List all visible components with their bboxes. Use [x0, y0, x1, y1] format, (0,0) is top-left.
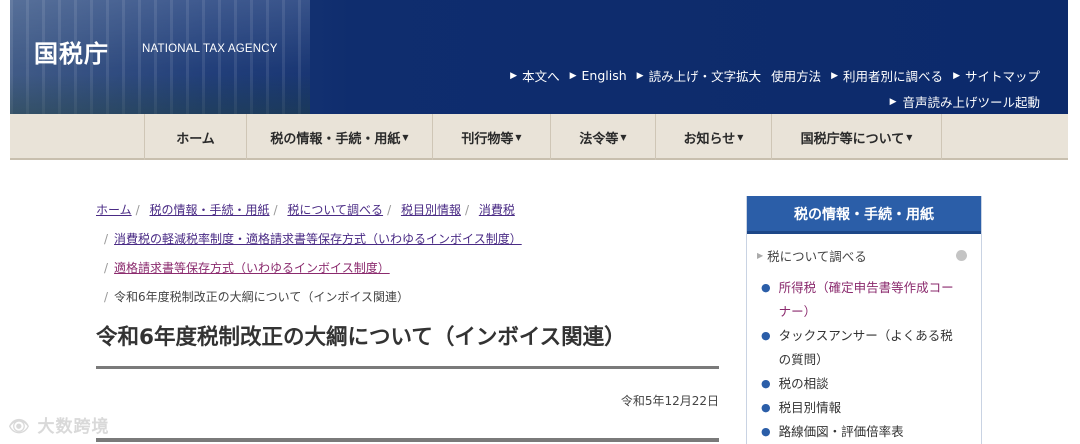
utility-link-label: 本文へ — [522, 69, 560, 84]
breadcrumb-tax-info[interactable]: 税の情報・手続・用紙 — [150, 203, 270, 217]
utility-link-english[interactable]: ▶ English — [570, 68, 627, 83]
bullet-icon: ● — [761, 281, 771, 294]
triangle-right-icon: ▶ — [831, 70, 839, 81]
watermark: 👁︎ 大数跨境 — [8, 412, 110, 437]
content-divider — [96, 438, 719, 442]
site-header: 国税庁 NATIONAL TAX AGENCY ▶ 本文へ ▶ English ▶ 読… — [10, 0, 1068, 114]
nav-label: 国税庁等について — [800, 131, 905, 147]
triangle-right-icon: ▶ — [510, 70, 518, 81]
breadcrumb-consumption-tax[interactable]: 消費税 — [479, 203, 515, 217]
utility-link-howto[interactable]: 使用方法 — [771, 66, 821, 85]
bullet-icon: ● — [761, 401, 771, 414]
breadcrumb-research[interactable]: 税について調べる — [287, 203, 383, 217]
nav-laws[interactable]: 法令等 ▼ — [550, 114, 655, 160]
voice-tool-label: 音声読み上げツール起動 — [902, 95, 1040, 110]
triangle-right-icon: ▶ — [569, 70, 577, 81]
caret-down-icon: ▼ — [515, 132, 522, 142]
triangle-right-icon: ▶ — [889, 96, 897, 107]
site-logo[interactable]: 国税庁 — [34, 34, 109, 69]
title-divider — [96, 366, 719, 369]
nav-label: ホーム — [176, 131, 215, 147]
triangle-right-icon: ▶ — [636, 70, 644, 81]
utility-link-label: 使用方法 — [771, 69, 822, 84]
bullet-icon: ● — [761, 425, 771, 438]
caret-down-icon: ▼ — [906, 132, 913, 142]
breadcrumb-separator: / — [135, 203, 140, 217]
voice-tool-link[interactable]: ▶ 音声読み上げツール起動 — [890, 92, 1040, 111]
sidebar-item-label: 税目別情報 — [778, 400, 842, 415]
nav-label: 法令等 — [579, 131, 619, 147]
breadcrumb-invoice[interactable]: 適格請求書等保存方式（いわゆるインボイス制度） — [114, 261, 390, 275]
breadcrumb-separator: / — [387, 203, 392, 217]
sidebar-section-label: 税について調べる — [767, 248, 867, 264]
caret-down-icon: ▼ — [737, 132, 744, 142]
nav-label: 刊行物等 — [461, 131, 514, 147]
page-title: 令和6年度税制改正の大綱について（インボイス関連） — [96, 325, 626, 350]
nav-tax-info[interactable]: 税の情報・手続・用紙 ▼ — [246, 114, 432, 160]
utility-link-readaloud[interactable]: ▶ 読み上げ・文字拡大 — [637, 66, 761, 85]
triangle-right-icon: ▶ — [757, 250, 764, 260]
collapse-toggle-icon[interactable] — [956, 249, 967, 261]
utility-link-label: 読み上げ・文字拡大 — [648, 69, 762, 84]
utility-link-sitemap[interactable]: ▶ サイトマップ — [953, 66, 1040, 85]
breadcrumb-separator: / — [464, 203, 469, 217]
caret-down-icon: ▼ — [620, 132, 627, 142]
main-nav: ホーム 税の情報・手続・用紙 ▼ 刊行物等 ▼ 法令等 ▼ お知らせ ▼ 国税庁等につい… — [10, 114, 1068, 160]
nav-publications[interactable]: 刊行物等 ▼ — [432, 114, 550, 160]
sidebar-item-tax-answer[interactable]: ● タックスアンサー（よくある税の質問） — [761, 324, 961, 372]
sidebar-item-route-price[interactable]: ● 路線価図・評価倍率表 — [761, 420, 961, 444]
utility-link-label: English — [581, 68, 627, 83]
utility-link-skip[interactable]: ▶ 本文へ — [510, 66, 559, 85]
bullet-icon: ● — [761, 329, 771, 342]
sidebar-item-label: 所得税（確定申告書等作成コーナー） — [778, 280, 954, 319]
utility-link-label: サイトマップ — [964, 69, 1040, 84]
site-logo-subtitle: NATIONAL TAX AGENCY — [142, 43, 278, 55]
sidebar-item-consultation[interactable]: ● 税の相談 — [761, 372, 961, 396]
breadcrumb-reduced-rate[interactable]: 消費税の軽減税率制度・適格請求書等保存方式（いわゆるインボイス制度） — [114, 232, 522, 246]
breadcrumb-separator: / — [273, 203, 278, 217]
caret-down-icon: ▼ — [402, 132, 409, 142]
sidebar: 税の情報・手続・用紙 ▶ 税について調べる ● 所得税（確定申告書等作成コーナー） … — [746, 196, 982, 444]
breadcrumb-current: 令和6年度税制改正の大綱について（インボイス関連） — [114, 290, 409, 304]
sidebar-item-income-tax[interactable]: ● 所得税（確定申告書等作成コーナー） — [761, 276, 961, 324]
publish-date: 令和5年12月22日 — [620, 394, 719, 408]
bullet-icon: ● — [761, 377, 771, 390]
triangle-right-icon: ▶ — [953, 70, 960, 81]
nav-label: 税の情報・手続・用紙 — [270, 131, 401, 147]
utility-link-by-user[interactable]: ▶ 利用者別に調べる — [831, 66, 943, 85]
sidebar-list: ● 所得税（確定申告書等作成コーナー） ● タックスアンサー（よくある税の質問） ●… — [747, 272, 981, 444]
breadcrumb-separator: / — [104, 261, 109, 275]
sidebar-item-label: タックスアンサー（よくある税の質問） — [778, 328, 953, 367]
sidebar-item-label: 税の相談 — [778, 376, 829, 391]
breadcrumb-separator: / — [104, 290, 109, 304]
breadcrumb: ホーム / 税の情報・手続・用紙 / 税について調べる / 税目別情報 / 消費税 / 消… — [96, 196, 716, 312]
nav-label: お知らせ — [683, 131, 736, 147]
watermark-text: 大数跨境 — [37, 417, 110, 437]
breadcrumb-home[interactable]: ホーム — [96, 203, 132, 217]
sidebar-section[interactable]: ▶ 税について調べる — [747, 238, 981, 272]
sidebar-title[interactable]: 税の情報・手続・用紙 — [747, 196, 981, 234]
nav-news[interactable]: お知らせ ▼ — [655, 114, 771, 160]
sidebar-item-tax-types[interactable]: ● 税目別情報 — [761, 396, 961, 420]
breadcrumb-separator: / — [104, 232, 109, 246]
watermark-logo-icon: 👁︎ — [8, 417, 31, 437]
nav-home[interactable]: ホーム — [144, 114, 246, 160]
utility-link-label: 利用者別に調べる — [843, 69, 944, 84]
nav-about[interactable]: 国税庁等について ▼ — [771, 114, 942, 160]
sidebar-item-label: 路線価図・評価倍率表 — [778, 424, 904, 439]
utility-links: ▶ 本文へ ▶ English ▶ 読み上げ・文字拡大 使用方法 ▶ 利用者別に調べる … — [510, 66, 1040, 85]
breadcrumb-tax-items[interactable]: 税目別情報 — [401, 203, 461, 217]
